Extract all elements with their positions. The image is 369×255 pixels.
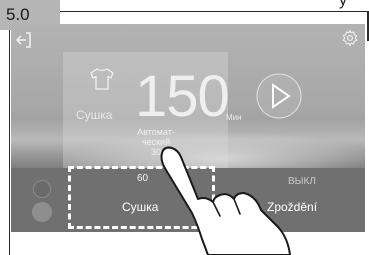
shirt-icon	[90, 68, 114, 90]
frame-left-line	[9, 28, 10, 255]
cropped-header-text: y	[339, 0, 347, 9]
dry-value: 60	[137, 173, 149, 184]
auto-label-line1: Автомат-	[137, 127, 175, 137]
mode-label: Сушка	[76, 108, 113, 122]
time-unit: Мин	[226, 113, 242, 122]
time-value: 150	[135, 64, 230, 129]
play-icon[interactable]	[255, 72, 303, 120]
pointing-hand-icon	[160, 146, 291, 255]
gear-icon[interactable]	[341, 29, 359, 47]
option-indicator-1[interactable]	[33, 180, 51, 198]
back-arrow-icon[interactable]	[15, 30, 35, 50]
option-indicator-2[interactable]	[32, 202, 52, 222]
frame-top-line	[60, 11, 369, 12]
